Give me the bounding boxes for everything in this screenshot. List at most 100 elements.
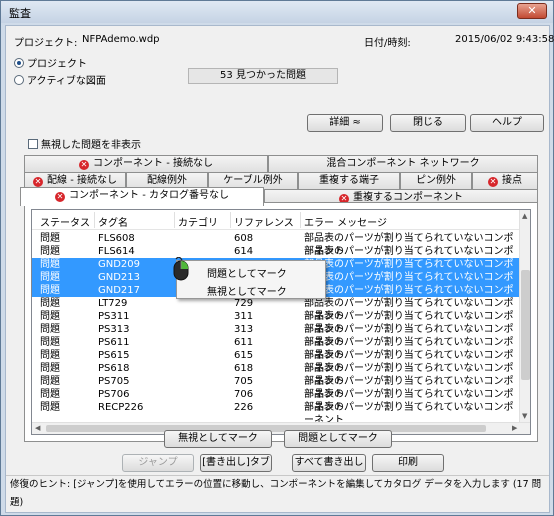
project-label: プロジェクト:	[14, 38, 78, 49]
tab-duplicate-terminal[interactable]: 重複する端子	[298, 172, 400, 189]
context-mark-ignore[interactable]: 無視としてマーク	[207, 283, 287, 298]
problem-count-box: 53 見つかった問題	[188, 68, 338, 84]
scope-active-label: アクティブな図面	[27, 76, 106, 87]
vertical-scrollbar[interactable]: ▲ ▼	[519, 210, 530, 422]
cell-tag: PS611	[98, 337, 130, 348]
scroll-left-icon[interactable]: ◀	[35, 424, 40, 432]
vertical-scroll-thumb[interactable]	[521, 270, 530, 380]
cell-tag: GND209	[98, 259, 141, 270]
cell-status: 問題	[40, 233, 60, 244]
cell-status: 問題	[40, 272, 60, 283]
window-title: 監査	[9, 7, 31, 20]
col-error-message[interactable]: エラー メッセージ	[304, 214, 387, 229]
scope-active-drawing-radio[interactable]: アクティブな図面	[14, 72, 106, 87]
cell-status: 問題	[40, 259, 60, 270]
radio-selected-icon	[14, 58, 24, 68]
table-row[interactable]: 問題 RECP226 226 部品表のパーツが割り当てられていないコンポーネント	[32, 401, 520, 426]
cell-tag: GND213	[98, 272, 141, 283]
cell-tag: PS618	[98, 363, 130, 374]
cell-tag: RECP226	[98, 402, 144, 413]
hide-ignored-checkbox[interactable]: 無視した問題を非表示	[28, 136, 141, 151]
cell-status: 問題	[40, 298, 60, 309]
context-menu: 問題としてマーク 無視としてマーク	[176, 260, 326, 299]
help-button[interactable]: ヘルプ	[470, 114, 544, 132]
scope-project-radio[interactable]: プロジェクト	[14, 55, 87, 70]
scroll-right-icon[interactable]: ▶	[512, 424, 517, 432]
repair-hint: 修復のヒント: [ジャンプ]を使用してエラーの位置に移動し、コンポーネントを編集…	[6, 475, 549, 508]
cell-reference: 705	[234, 376, 254, 387]
scroll-down-icon[interactable]: ▼	[522, 412, 527, 420]
table-row[interactable]: 問題 PS611 611 部品表のパーツが割り当てられていないコンポーネント	[32, 336, 520, 361]
horizontal-scrollbar[interactable]: ◀ ▶	[32, 422, 530, 434]
project-value: NFPAdemo.wdp	[82, 34, 160, 45]
table-row[interactable]: 問題 PS313 313 部品表のパーツが割り当てられていないコンポーネント	[32, 323, 520, 348]
tab-component-no-connection[interactable]: ✕ コンポーネント - 接続なし	[24, 155, 268, 172]
cell-tag: PS311	[98, 311, 130, 322]
problem-table[interactable]: ステータス タグ名 カテゴリ リファレンス エラー メッセージ 問題 FLS608…	[31, 209, 531, 435]
cell-tag: PS313	[98, 324, 130, 335]
tab-label: 配線例外	[147, 175, 187, 186]
table-row[interactable]: 問題 PS615 615 部品表のパーツが割り当てられていないコンポーネント	[32, 349, 520, 374]
error-icon: ✕	[55, 192, 66, 202]
hide-ignored-label: 無視した問題を非表示	[41, 140, 141, 151]
close-window-button[interactable]: ✕	[517, 3, 547, 19]
table-row[interactable]: 問題FLS614614部品表のパーツが割り当てられていないコンポーネント	[32, 245, 520, 270]
tab-panel: ステータス タグ名 カテゴリ リファレンス エラー メッセージ 問題 FLS608…	[24, 202, 538, 442]
col-tag[interactable]: タグ名	[98, 214, 128, 229]
cell-status: 問題	[40, 363, 60, 374]
title-bar[interactable]: 監査 ✕	[1, 1, 553, 23]
mark-problem-button[interactable]: 問題としてマーク	[284, 430, 392, 448]
table-row[interactable]: 問題 PS705 705 部品表のパーツが割り当てられていないコンポーネント	[32, 375, 520, 400]
cell-reference: 614	[234, 246, 254, 257]
context-mark-problem[interactable]: 問題としてマーク	[207, 265, 287, 280]
close-icon: ✕	[527, 4, 537, 17]
col-category[interactable]: カテゴリ	[178, 214, 218, 229]
error-icon: ✕	[33, 177, 44, 187]
export-all-button[interactable]: すべて書き出し	[292, 454, 366, 472]
error-icon: ✕	[488, 177, 498, 187]
radio-unselected-icon	[14, 75, 24, 85]
cell-tag: FLS614	[98, 246, 135, 257]
tab-label: コンポーネント - カタログ番号なし	[69, 190, 229, 201]
cell-reference: 611	[234, 337, 254, 348]
table-row[interactable]: 問題 FLS608 608 部品表のパーツが割り当てられていないコンポーネント	[32, 232, 520, 257]
tab-pin-exception[interactable]: ピン例外	[400, 172, 472, 189]
jump-button[interactable]: ジャンプ	[122, 454, 194, 472]
print-button[interactable]: 印刷	[372, 454, 444, 472]
table-row[interactable]: 問題 PS618 618 部品表のパーツが割り当てられていないコンポーネント	[32, 362, 520, 387]
scope-project-label: プロジェクト	[27, 59, 87, 70]
cell-tag: LT729	[98, 298, 128, 309]
tab-label: 接点	[502, 175, 522, 186]
cell-status: 問題	[40, 337, 60, 348]
export-tab-button[interactable]: [書き出し]タブ	[200, 454, 272, 472]
tab-mixed-component-network[interactable]: 混合コンポーネント ネットワーク	[268, 155, 538, 172]
datetime-value: 2015/06/02 9:43:58	[455, 34, 554, 45]
cell-status: 問題	[40, 285, 60, 296]
tab-label: 重複する端子	[319, 175, 379, 186]
close-button[interactable]: 閉じる	[390, 114, 466, 132]
cell-tag: PS705	[98, 376, 130, 387]
col-reference[interactable]: リファレンス	[234, 214, 294, 229]
table-header: ステータス タグ名 カテゴリ リファレンス エラー メッセージ	[32, 210, 520, 230]
cell-status: 問題	[40, 402, 60, 413]
cell-status: 問題	[40, 389, 60, 400]
tab-contact[interactable]: ✕ 接点	[472, 172, 538, 189]
cell-reference: 313	[234, 324, 254, 335]
scroll-up-icon[interactable]: ▲	[522, 212, 527, 220]
table-row[interactable]: 問題 PS311 311 部品表のパーツが割り当てられていないコンポーネント	[32, 310, 520, 335]
tab-label: ピン例外	[416, 175, 456, 186]
cell-tag: FLS608	[98, 233, 135, 244]
cell-status: 問題	[40, 246, 60, 257]
cell-reference: 226	[234, 402, 254, 413]
cell-status: 問題	[40, 324, 60, 335]
mark-ignore-button[interactable]: 無視としてマーク	[164, 430, 272, 448]
cell-tag: PS615	[98, 350, 130, 361]
tab-label: ケーブル例外	[223, 175, 283, 186]
detail-button[interactable]: 詳細 ≈	[307, 114, 383, 132]
cell-status: 問題	[40, 311, 60, 322]
col-status[interactable]: ステータス	[40, 214, 90, 229]
tab-component-no-catalog[interactable]: ✕ コンポーネント - カタログ番号なし	[20, 187, 264, 206]
table-row[interactable]: 問題 PS706 706 部品表のパーツが割り当てられていないコンポーネント	[32, 388, 520, 413]
cell-status: 問題	[40, 376, 60, 387]
error-icon: ✕	[79, 160, 90, 170]
